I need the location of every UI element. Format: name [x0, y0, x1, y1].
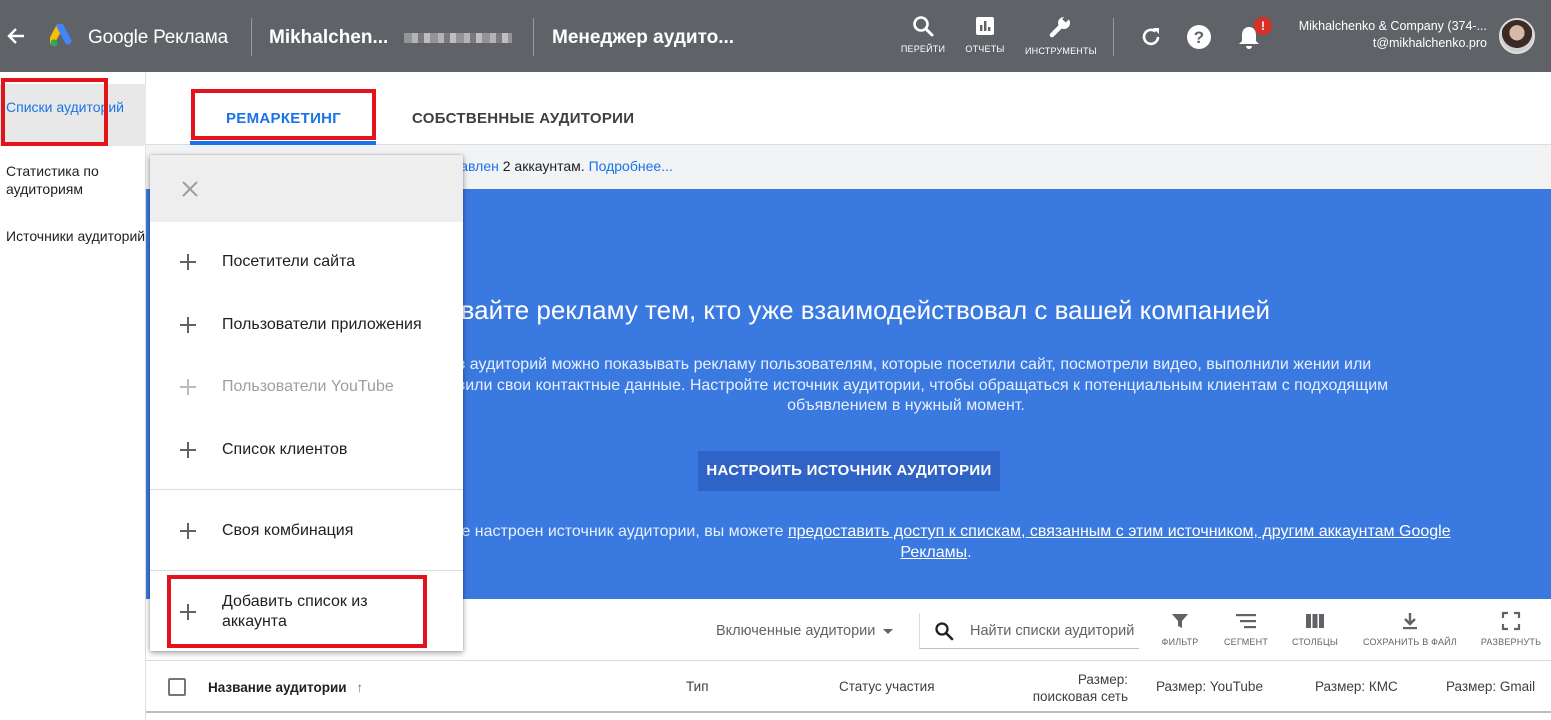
hero-title: ывайте рекламу тем, кто уже взаимодейств… — [441, 295, 1271, 325]
size-search-line2: поисковая сеть — [1032, 689, 1128, 704]
hero-footer-text: каунте настроен источник аудитории, вы м… — [421, 523, 788, 540]
plus-icon — [180, 442, 196, 458]
back-arrow-icon[interactable] — [4, 22, 28, 50]
svg-text:?: ? — [1194, 28, 1204, 47]
menu-divider — [150, 489, 463, 490]
wrench-icon — [1049, 14, 1070, 38]
hero-footer: каунте настроен источник аудитории, вы м… — [406, 522, 1466, 563]
top-bar: Google Реклама Mikhalchen... Менеджер ау… — [0, 0, 1551, 72]
search-icon — [935, 622, 954, 641]
divider — [533, 18, 534, 56]
filter-button[interactable]: ФИЛЬТР — [1154, 611, 1206, 647]
notification-badge: ! — [1254, 17, 1272, 35]
dropdown-value: Включенные аудитории — [716, 623, 876, 639]
segment-button[interactable]: СЕГМЕНТ — [1220, 611, 1272, 647]
download-button[interactable]: СОХРАНИТЬ В ФАЙЛ — [1362, 611, 1458, 647]
search-icon — [913, 16, 934, 37]
divider — [1113, 18, 1114, 56]
plus-icon — [180, 254, 196, 270]
plus-icon — [180, 523, 196, 539]
filter-label: ФИЛЬТР — [1161, 637, 1199, 647]
account-email: t@mikhalchenko.pro — [1372, 36, 1487, 50]
page-title[interactable]: Менеджер аудито... — [552, 27, 734, 49]
size-search-line1: Размер: — [1077, 672, 1128, 687]
chevron-down-icon — [883, 628, 894, 634]
sidebar-item-audience-sources[interactable]: Источники аудиторий — [0, 227, 146, 245]
avatar[interactable] — [1499, 18, 1535, 54]
download-label: СОХРАНИТЬ В ФАЙЛ — [1363, 637, 1457, 647]
menu-item-customer-list[interactable]: Список клиентов — [150, 440, 463, 464]
expand-icon — [1501, 611, 1521, 631]
tools-label: ИНСТРУМЕНТЫ — [1025, 46, 1097, 56]
search-input[interactable] — [970, 620, 1140, 642]
annotation-box — [191, 89, 376, 140]
column-header-size-youtube[interactable]: Размер: YouTube — [1156, 679, 1263, 694]
segment-label: СЕГМЕНТ — [1223, 637, 1269, 647]
reports-icon — [976, 17, 994, 35]
share-lists-link[interactable]: предоставить доступ к спискам, связанным… — [788, 523, 1451, 561]
divider — [251, 18, 252, 56]
select-all-checkbox[interactable] — [168, 678, 186, 696]
reports-label: ОТЧЕТЫ — [965, 44, 1005, 54]
menu-item-label: Список клиентов — [222, 441, 348, 458]
account-info[interactable]: Mikhalchenko & Company (374-... t@mikhal… — [1299, 18, 1487, 52]
menu-item-label: Своя комбинация — [222, 522, 354, 539]
account-company: Mikhalchenko & Company (374-... — [1298, 19, 1487, 33]
brand-name: Google Реклама — [88, 27, 228, 48]
table-header: Название аудитории ↑ Тип Статус участия … — [146, 661, 1551, 713]
menu-item-site-visitors[interactable]: Посетители сайта — [150, 252, 463, 276]
annotation-box — [167, 575, 427, 648]
menu-header — [150, 155, 463, 222]
menu-item-label: Пользователи приложения — [222, 316, 422, 333]
refresh-icon[interactable] — [1138, 24, 1164, 50]
help-icon[interactable]: ? — [1186, 24, 1212, 50]
download-icon — [1403, 613, 1417, 630]
sort-arrow-icon: ↑ — [356, 680, 364, 695]
column-header-size-kms[interactable]: Размер: КМС — [1315, 679, 1398, 694]
go-to-label: ПЕРЕЙТИ — [900, 44, 946, 54]
annotation-box — [1, 78, 108, 146]
reports-button[interactable]: ОТЧЕТЫ — [950, 14, 1020, 54]
segment-icon — [1236, 614, 1256, 629]
menu-item-app-users[interactable]: Пользователи приложения — [150, 315, 463, 339]
google-ads-logo-icon — [50, 24, 72, 47]
redacted-account-id — [404, 33, 512, 43]
column-header-size-gmail[interactable]: Размер: Gmail — [1446, 679, 1535, 694]
column-name-label: Название аудитории — [208, 680, 347, 695]
expand-button[interactable]: РАЗВЕРНУТЬ — [1476, 611, 1546, 647]
filter-icon — [1172, 614, 1188, 628]
menu-item-label: Пользователи YouTube — [222, 378, 394, 395]
sidebar-item-audience-stats[interactable]: Статистика по аудиториям — [0, 162, 146, 198]
info-text-body: 2 аккаунтам. — [498, 158, 589, 174]
column-header-name[interactable]: Название аудитории ↑ — [208, 680, 363, 695]
menu-item-label: Посетители сайта — [222, 253, 356, 270]
account-selector[interactable]: Mikhalchen... — [269, 27, 388, 49]
columns-button[interactable]: СТОЛБЦЫ — [1286, 611, 1344, 647]
go-to-button[interactable]: ПЕРЕЙТИ — [888, 14, 958, 54]
column-header-type[interactable]: Тип — [686, 679, 709, 694]
column-header-size-search[interactable]: Размер: поисковая сеть — [1026, 671, 1128, 705]
info-text: тавлен 2 аккаунтам. Подробнее... — [454, 158, 673, 174]
tab-custom-audiences[interactable]: СОБСТВЕННЫЕ АУДИТОРИИ — [412, 110, 634, 127]
column-header-status[interactable]: Статус участия — [839, 679, 935, 694]
setup-audience-source-button[interactable]: НАСТРОИТЬ ИСТОЧНИК АУДИТОРИИ — [698, 451, 1000, 491]
plus-icon — [180, 379, 196, 395]
sidebar: Списки аудиторий Статистика по аудитория… — [0, 72, 146, 720]
columns-icon — [1306, 614, 1324, 628]
audience-filter-dropdown[interactable]: Включенные аудитории — [716, 623, 894, 639]
expand-label: РАЗВЕРНУТЬ — [1480, 637, 1542, 647]
menu-item-youtube-users: Пользователи YouTube — [150, 377, 463, 401]
hero-footer-end: . — [967, 543, 972, 561]
columns-label: СТОЛБЦЫ — [1291, 637, 1339, 647]
hero-description: ков аудиторий можно показывать рекламу п… — [423, 356, 1389, 414]
learn-more-link[interactable]: Подробнее... — [589, 158, 673, 174]
menu-divider — [150, 570, 463, 571]
plus-icon — [180, 317, 196, 333]
search-box — [919, 613, 1140, 649]
tools-button[interactable]: ИНСТРУМЕНТЫ — [1025, 14, 1097, 56]
menu-item-custom-combination[interactable]: Своя комбинация — [150, 521, 463, 545]
close-icon[interactable] — [180, 179, 200, 199]
